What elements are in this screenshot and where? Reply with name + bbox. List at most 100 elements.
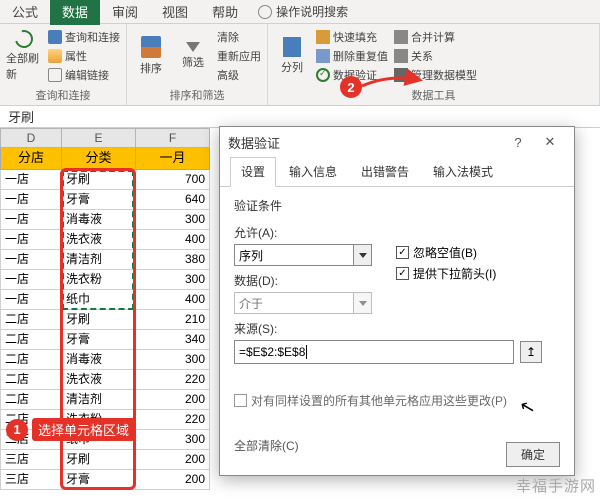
filter-button[interactable]: 筛选 xyxy=(175,26,211,85)
cell-jan[interactable]: 300 xyxy=(136,350,210,370)
col-header-D[interactable]: D xyxy=(0,128,62,148)
edit-links-button[interactable]: 编辑链接 xyxy=(48,67,120,83)
ribbon-tab-view[interactable]: 视图 xyxy=(150,0,200,25)
cell-store[interactable]: 一店 xyxy=(0,290,62,310)
cell-jan[interactable]: 200 xyxy=(136,470,210,490)
dialog-tab-error-alert[interactable]: 出错警告 xyxy=(350,157,420,186)
ignore-blank-checkbox[interactable]: 忽略空值(B) xyxy=(396,244,496,261)
allow-combo[interactable]: 序列 xyxy=(234,244,372,266)
data-model-button[interactable]: 管理数据模型 xyxy=(394,67,477,83)
col-header-E[interactable]: E xyxy=(62,128,136,148)
cell-category[interactable]: 清洁剂 xyxy=(62,250,136,270)
cell-store[interactable]: 二店 xyxy=(0,390,62,410)
cell-category[interactable]: 洗衣液 xyxy=(62,230,136,250)
cell-category[interactable]: 牙膏 xyxy=(62,190,136,210)
hdr-jan[interactable]: 一月 xyxy=(136,148,210,170)
cell-jan[interactable]: 400 xyxy=(136,290,210,310)
cell-store[interactable]: 一店 xyxy=(0,170,62,190)
cell-jan[interactable]: 200 xyxy=(136,390,210,410)
cell-store[interactable]: 二店 xyxy=(0,350,62,370)
flash-fill-icon xyxy=(316,30,330,44)
cell-jan[interactable]: 300 xyxy=(136,210,210,230)
dialog-help-button[interactable]: ? xyxy=(502,130,534,154)
cell-category[interactable]: 洗衣液 xyxy=(62,370,136,390)
cell-category[interactable]: 牙膏 xyxy=(62,470,136,490)
ok-button[interactable]: 确定 xyxy=(506,442,560,467)
cell-store[interactable]: 一店 xyxy=(0,190,62,210)
data-combo[interactable]: 介于 xyxy=(234,292,372,314)
refresh-all-button[interactable]: 全部刷新 xyxy=(6,26,42,85)
cell-jan[interactable]: 700 xyxy=(136,170,210,190)
cell-jan[interactable]: 300 xyxy=(136,270,210,290)
relationships-icon xyxy=(394,49,408,63)
cell-jan[interactable]: 220 xyxy=(136,370,210,390)
dialog-tab-input-msg[interactable]: 输入信息 xyxy=(278,157,348,186)
dropdown-arrow-checkbox[interactable]: 提供下拉箭头(I) xyxy=(396,265,496,282)
properties-icon xyxy=(48,49,62,63)
cell-store[interactable]: 一店 xyxy=(0,250,62,270)
flash-fill-button[interactable]: 快速填充 xyxy=(316,29,388,45)
text-to-columns-button[interactable]: 分列 xyxy=(274,26,310,85)
cell-store[interactable]: 二店 xyxy=(0,310,62,330)
dialog-titlebar[interactable]: 数据验证 ? ✕ xyxy=(220,127,574,157)
dialog-tab-ime[interactable]: 输入法模式 xyxy=(422,157,504,186)
ribbon-tab-formula[interactable]: 公式 xyxy=(0,0,50,25)
cell-jan[interactable]: 220 xyxy=(136,410,210,430)
consolidate-button[interactable]: 合并计算 xyxy=(394,29,477,45)
cell-category[interactable]: 纸巾 xyxy=(62,290,136,310)
dialog-tab-settings[interactable]: 设置 xyxy=(230,157,276,187)
cell-store[interactable]: 三店 xyxy=(0,450,62,470)
sort-button[interactable]: 排序 xyxy=(133,26,169,85)
source-input[interactable]: =$E$2:$E$8 xyxy=(234,340,514,364)
cell-category[interactable]: 牙刷 xyxy=(62,170,136,190)
reapply-button[interactable]: 重新应用 xyxy=(217,48,261,64)
cell-jan[interactable]: 200 xyxy=(136,450,210,470)
formula-bar[interactable]: 牙刷 xyxy=(0,106,600,128)
range-picker-button[interactable] xyxy=(520,341,542,363)
cell-store[interactable]: 二店 xyxy=(0,330,62,350)
cell-category[interactable]: 牙刷 xyxy=(62,310,136,330)
cell-category[interactable]: 消毒液 xyxy=(62,350,136,370)
ribbon-tab-help[interactable]: 帮助 xyxy=(200,0,250,25)
apply-others-checkbox[interactable]: 对有同样设置的所有其他单元格应用这些更改(P) xyxy=(234,392,560,409)
cell-jan[interactable]: 380 xyxy=(136,250,210,270)
queries-connections-button[interactable]: 查询和连接 xyxy=(48,29,120,45)
cell-store[interactable]: 二店 xyxy=(0,430,62,450)
cell-jan[interactable]: 300 xyxy=(136,430,210,450)
ribbon-tab-data[interactable]: 数据 xyxy=(50,0,100,25)
cell-store[interactable]: 一店 xyxy=(0,210,62,230)
cell-store[interactable]: 二店 xyxy=(0,410,62,430)
hdr-category[interactable]: 分类 xyxy=(62,148,136,170)
col-header-F[interactable]: F xyxy=(136,128,210,148)
edit-links-icon xyxy=(48,68,62,82)
ribbon-tab-review[interactable]: 审阅 xyxy=(100,0,150,25)
cell-jan[interactable]: 640 xyxy=(136,190,210,210)
allow-dropdown-button[interactable] xyxy=(354,244,372,266)
hdr-store[interactable]: 分店 xyxy=(0,148,62,170)
tell-me-search[interactable]: 操作说明搜索 xyxy=(258,3,348,20)
data-dropdown-button[interactable] xyxy=(354,292,372,314)
data-validation-button[interactable]: 数据验证 xyxy=(316,67,388,83)
cell-store[interactable]: 三店 xyxy=(0,470,62,490)
cell-store[interactable]: 一店 xyxy=(0,270,62,290)
advanced-filter-button[interactable]: 高级 xyxy=(217,67,261,83)
properties-button[interactable]: 属性 xyxy=(48,48,120,64)
cell-category[interactable]: 牙膏 xyxy=(62,330,136,350)
cell-category[interactable]: 洗衣粉 xyxy=(62,410,136,430)
cell-category[interactable]: 消毒液 xyxy=(62,210,136,230)
group-title-datatools: 数据工具 xyxy=(274,85,593,105)
dialog-close-button[interactable]: ✕ xyxy=(534,130,566,154)
relationships-button[interactable]: 关系 xyxy=(394,48,477,64)
cell-category[interactable]: 牙刷 xyxy=(62,450,136,470)
cell-store[interactable]: 二店 xyxy=(0,370,62,390)
cell-category[interactable]: 纸巾 xyxy=(62,430,136,450)
cell-jan[interactable]: 210 xyxy=(136,310,210,330)
text-caret xyxy=(306,345,307,359)
cell-store[interactable]: 一店 xyxy=(0,230,62,250)
cell-category[interactable]: 洗衣粉 xyxy=(62,270,136,290)
cell-jan[interactable]: 400 xyxy=(136,230,210,250)
cell-category[interactable]: 清洁剂 xyxy=(62,390,136,410)
clear-filter-button[interactable]: 清除 xyxy=(217,29,261,45)
cell-jan[interactable]: 340 xyxy=(136,330,210,350)
remove-duplicates-button[interactable]: 删除重复值 xyxy=(316,48,388,64)
